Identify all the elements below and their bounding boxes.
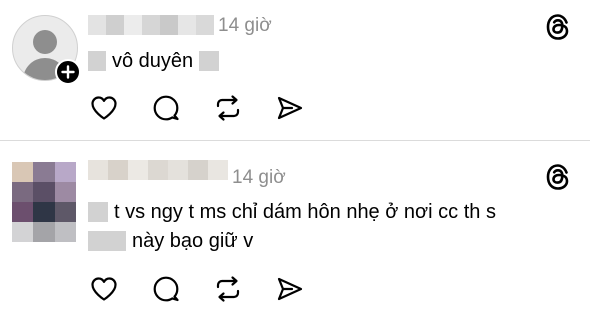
repost-icon	[216, 276, 240, 302]
like-button[interactable]	[88, 274, 120, 304]
comment-icon	[153, 276, 179, 302]
username-redacted[interactable]	[88, 15, 214, 35]
share-button[interactable]	[274, 274, 306, 304]
share-button[interactable]	[274, 93, 306, 123]
threads-icon[interactable]	[545, 13, 571, 41]
follow-plus-button[interactable]	[55, 59, 81, 85]
comment-icon	[153, 95, 179, 121]
share-icon	[277, 277, 303, 301]
comment-button[interactable]	[150, 274, 182, 304]
share-icon	[277, 96, 303, 120]
redaction-block	[88, 51, 106, 71]
threads-icon[interactable]	[545, 163, 571, 191]
post-text-line: vô duyên	[112, 50, 194, 72]
redaction-block	[88, 231, 126, 251]
repost-icon	[216, 95, 240, 121]
post-divider	[0, 140, 590, 141]
avatar[interactable]	[12, 162, 76, 242]
redaction-block	[88, 202, 108, 222]
action-bar	[88, 274, 336, 304]
username-redacted[interactable]	[88, 160, 228, 180]
avatar-head	[33, 30, 57, 54]
redaction-block	[199, 51, 220, 71]
timestamp: 14 giờ	[232, 167, 286, 188]
repost-button[interactable]	[212, 274, 244, 304]
repost-button[interactable]	[212, 93, 244, 123]
post-text: vô duyên	[88, 49, 220, 73]
timestamp: 14 giờ	[218, 15, 272, 36]
heart-icon	[91, 96, 117, 120]
plus-icon	[61, 65, 75, 79]
post-text-line: t vs ngy t ms chỉ dám hôn nhẹ ở nơi cc t…	[114, 201, 496, 223]
action-bar	[88, 93, 336, 123]
heart-icon	[91, 277, 117, 301]
post-text: này bạo giữ v	[88, 229, 253, 253]
post-text: t vs ngy t ms chỉ dám hôn nhẹ ở nơi cc t…	[88, 200, 496, 224]
post-text-line: này bạo giữ v	[132, 230, 254, 252]
comment-button[interactable]	[150, 93, 182, 123]
like-button[interactable]	[88, 93, 120, 123]
post-1: 14 giờ vô duyên	[0, 0, 590, 140]
